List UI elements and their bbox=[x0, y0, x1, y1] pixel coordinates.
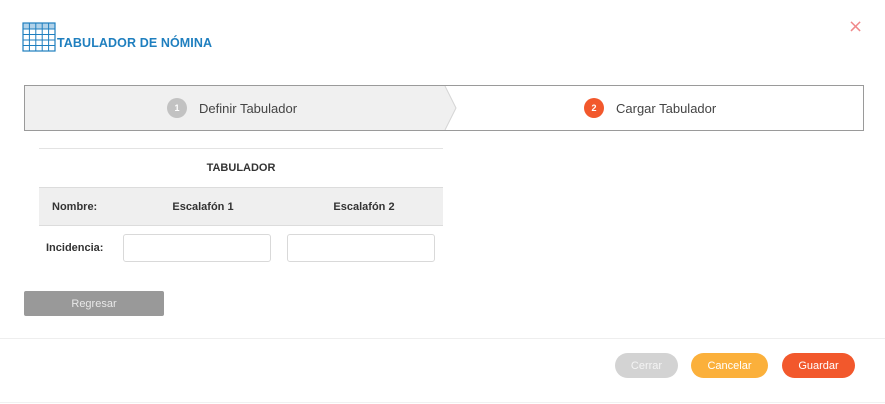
footer-bottom-divider bbox=[0, 402, 885, 403]
wizard-background bbox=[25, 86, 457, 130]
incidencia-escalafon-1-input[interactable] bbox=[123, 234, 271, 262]
step-number-badge: 2 bbox=[584, 98, 604, 118]
table-header-row: Nombre: Escalafón 1 Escalafón 2 bbox=[39, 187, 443, 226]
wizard-step-cargar[interactable]: 2 Cargar Tabulador bbox=[584, 86, 716, 130]
row-label-incidencia: Incidencia: bbox=[46, 242, 104, 254]
tabulador-dialog: TABULADOR DE NÓMINA × 1 Definir Tabulado… bbox=[0, 0, 885, 404]
close-button[interactable]: × bbox=[848, 18, 863, 36]
table-grid-icon bbox=[22, 22, 56, 52]
column-header-escalafon-1: Escalafón 1 bbox=[172, 200, 234, 213]
table-title: TABULADOR bbox=[206, 162, 276, 174]
column-header-escalafon-2: Escalafón 2 bbox=[333, 200, 395, 213]
incidencia-escalafon-2-input[interactable] bbox=[287, 234, 435, 262]
table-row: Incidencia: bbox=[39, 226, 443, 270]
close-icon: × bbox=[848, 16, 864, 37]
step-label: Definir Tabulador bbox=[199, 100, 298, 116]
regresar-button[interactable]: Regresar bbox=[24, 291, 164, 316]
dialog-header: TABULADOR DE NÓMINA bbox=[22, 22, 212, 52]
column-header-nombre: Nombre: bbox=[52, 200, 98, 213]
tabulador-table: TABULADOR Nombre: Escalafón 1 Escalafón … bbox=[39, 148, 443, 270]
dialog-title: TABULADOR DE NÓMINA bbox=[57, 36, 213, 50]
step-label: Cargar Tabulador bbox=[616, 100, 717, 116]
wizard-step-definir[interactable]: 1 Definir Tabulador bbox=[167, 86, 297, 130]
footer-divider bbox=[0, 338, 885, 339]
step-number-badge: 1 bbox=[167, 98, 187, 118]
cancelar-button[interactable]: Cancelar bbox=[691, 353, 768, 378]
guardar-button[interactable]: Guardar bbox=[782, 353, 855, 378]
wizard-steps: 1 Definir Tabulador 2 Cargar Tabulador bbox=[24, 85, 864, 131]
cerrar-button[interactable]: Cerrar bbox=[615, 353, 678, 378]
